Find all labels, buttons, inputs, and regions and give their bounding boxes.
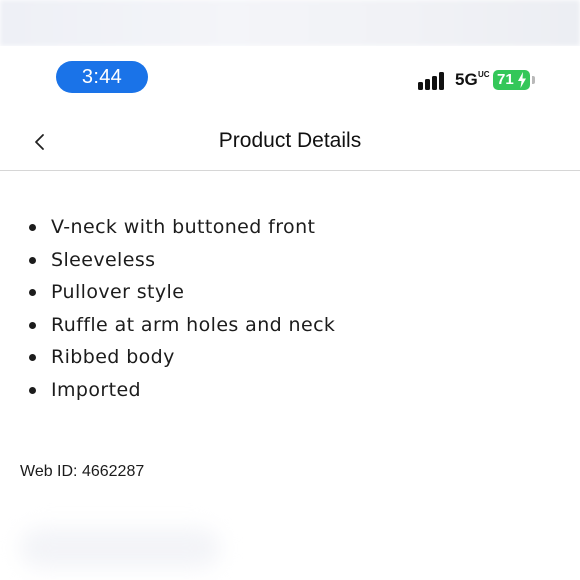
list-item-text: V-neck with buttoned front [51,216,316,238]
battery-charging-icon [518,72,526,88]
top-blur-area [0,0,580,46]
list-item-text: Sleeveless [51,248,156,271]
signal-bars-icon [418,70,448,90]
bullet-icon [29,256,36,264]
bullet-icon [29,224,36,231]
nav-bar: Product Details [0,116,580,171]
list-item-text: Pullover style [51,281,185,304]
bullet-icon [29,386,36,394]
bullet-icon [29,289,36,297]
web-id-label: Web ID: 4662287 [20,463,145,480]
list-item: Ruffle at arm holes and neck [0,309,335,342]
product-details-list: V-neck with buttoned front Sleeveless Pu… [0,211,335,407]
screen: 3:44 5G UC 71 Product Details V-neck wit… [0,0,580,580]
battery-cap [532,76,535,84]
list-item: Ribbed body [0,341,335,374]
list-item-text: Ribbed body [51,346,175,369]
bullet-icon [29,321,36,329]
status-time[interactable]: 3:44 [56,61,148,93]
network-type-suffix: UC [478,70,490,79]
list-item-text: Imported [51,378,142,401]
page-title: Product Details [218,129,362,152]
status-bar: 3:44 5G UC 71 [0,46,580,116]
list-item: V-neck with buttoned front [0,211,335,244]
list-item: Pullover style [0,276,335,309]
battery-indicator: 71 [493,70,530,90]
battery-level: 71 [497,71,514,88]
bullet-icon [29,354,36,362]
list-item: Sleeveless [0,244,335,277]
bottom-blur-area [20,528,220,568]
network-type: 5G [455,70,478,89]
list-item: Imported [0,374,335,407]
list-item-text: Ruffle at arm holes and neck [51,313,336,336]
